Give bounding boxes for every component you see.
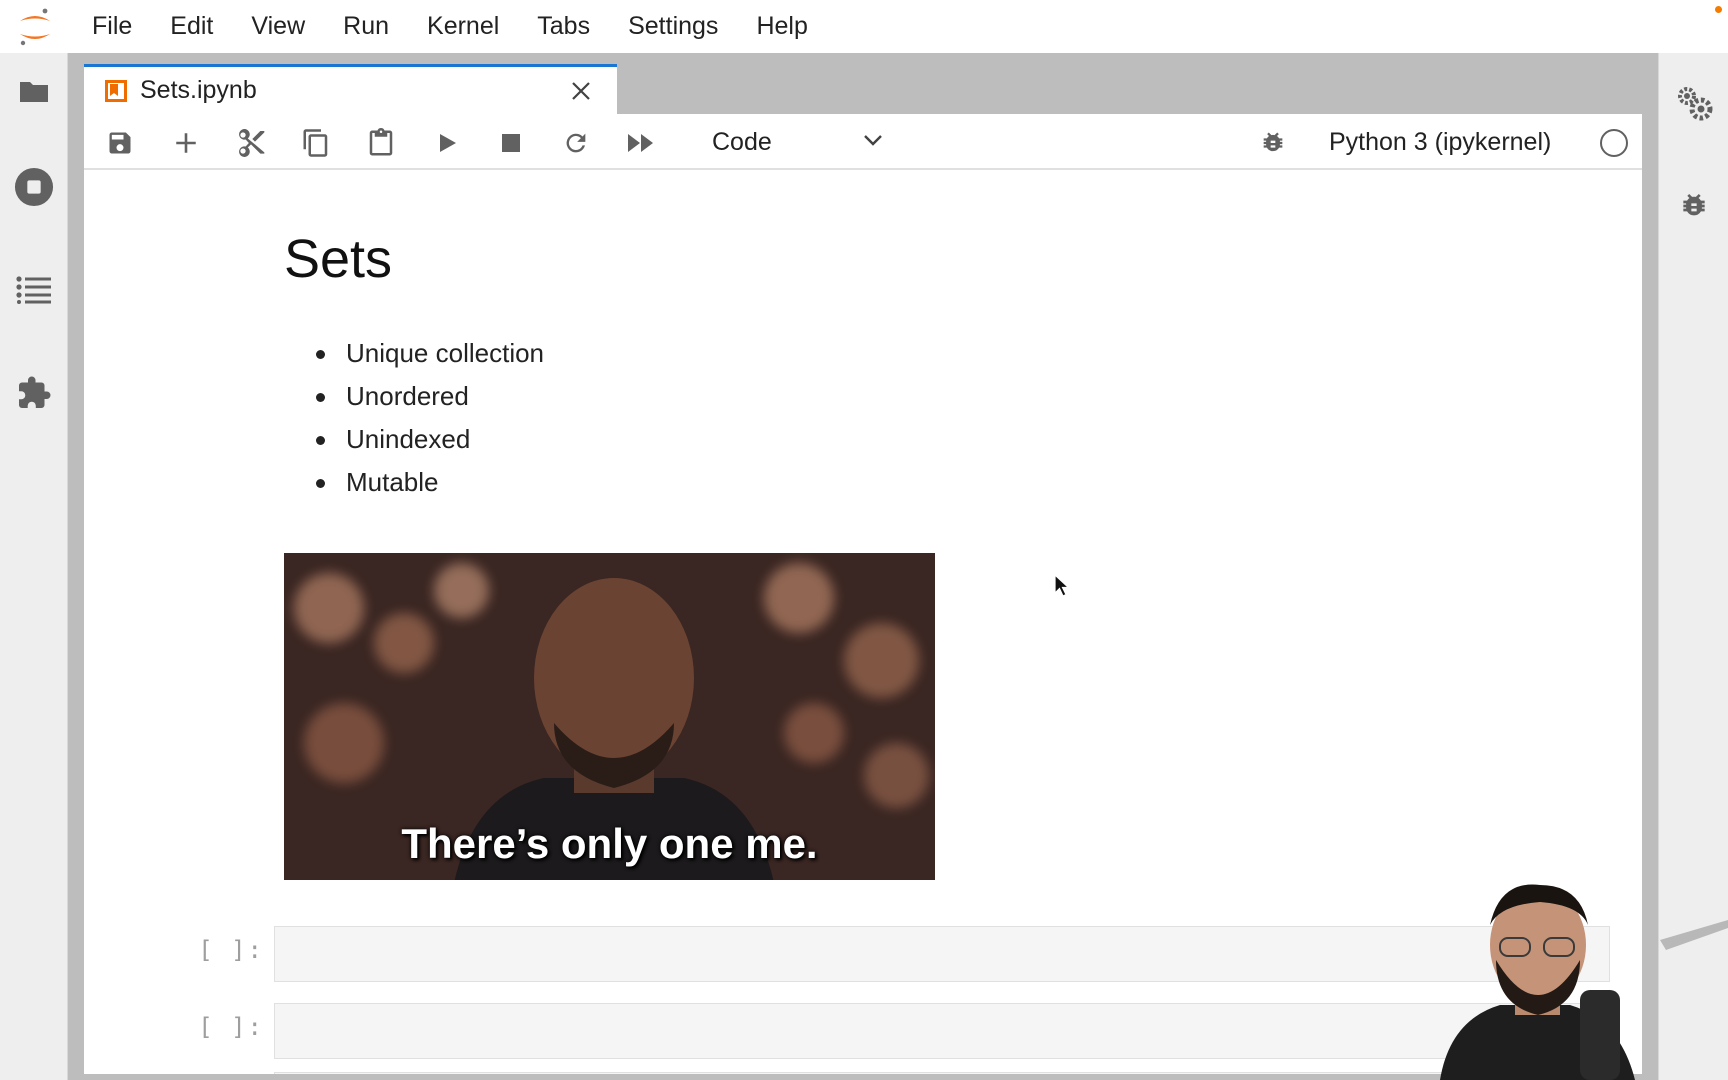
bokeh-light bbox=[374, 613, 434, 673]
notebook-toolbar: Code Python 3 (ipykernel) bbox=[84, 114, 1642, 170]
notebook-body[interactable]: Sets Unique collection Unordered Unindex… bbox=[84, 172, 1642, 1074]
markdown-bullet-list: Unique collection Unordered Unindexed Mu… bbox=[284, 332, 544, 504]
cell-prompt: [ ]: bbox=[198, 936, 264, 964]
left-sidebar bbox=[0, 53, 68, 1080]
notebook-panel: Code Python 3 (ipykernel) Sets Unique co… bbox=[84, 114, 1642, 1074]
menu-edit[interactable]: Edit bbox=[151, 0, 232, 53]
menu-view[interactable]: View bbox=[232, 0, 324, 53]
main-dock-area: Sets.ipynb Code Python 3 (ipykernel) Set… bbox=[68, 53, 1658, 1080]
restart-icon[interactable] bbox=[556, 124, 596, 162]
list-item: Mutable bbox=[284, 461, 544, 504]
menu-file[interactable]: File bbox=[70, 0, 151, 53]
debugger-toggle-icon[interactable] bbox=[1253, 124, 1293, 162]
chevron-down-icon bbox=[862, 129, 884, 156]
run-icon[interactable] bbox=[427, 124, 467, 162]
bokeh-light bbox=[304, 703, 384, 783]
menu-kernel[interactable]: Kernel bbox=[408, 0, 518, 53]
paste-icon[interactable] bbox=[361, 124, 401, 162]
folder-icon[interactable] bbox=[14, 71, 54, 111]
add-cell-icon[interactable] bbox=[166, 124, 206, 162]
markdown-heading: Sets bbox=[284, 229, 393, 289]
table-of-contents-icon[interactable] bbox=[14, 270, 54, 310]
close-icon[interactable] bbox=[567, 77, 595, 105]
notebook-icon bbox=[104, 78, 130, 104]
extension-manager-icon[interactable] bbox=[14, 373, 54, 413]
webcam-overlay bbox=[1430, 880, 1728, 1080]
stop-icon[interactable] bbox=[491, 124, 531, 162]
tab-title: Sets.ipynb bbox=[140, 76, 257, 104]
code-editor[interactable] bbox=[274, 926, 1610, 982]
gif-caption: There’s only one me. bbox=[401, 820, 818, 867]
cell-type-label: Code bbox=[712, 127, 772, 156]
run-all-icon[interactable] bbox=[621, 124, 661, 162]
tab-bar: Sets.ipynb bbox=[68, 53, 1658, 114]
save-icon[interactable] bbox=[100, 124, 140, 162]
list-item: Unique collection bbox=[284, 332, 544, 375]
code-editor[interactable] bbox=[274, 1072, 1610, 1074]
menu-run[interactable]: Run bbox=[324, 0, 408, 53]
cut-icon[interactable] bbox=[231, 124, 271, 162]
menu-bar: File Edit View Run Kernel Tabs Settings … bbox=[0, 0, 1728, 53]
menu-tabs[interactable]: Tabs bbox=[518, 0, 609, 53]
mouse-cursor-icon bbox=[1054, 574, 1070, 597]
running-kernels-icon[interactable] bbox=[14, 167, 54, 207]
jupyter-logo-icon bbox=[0, 0, 70, 53]
kernel-status-idle-icon bbox=[1600, 129, 1628, 157]
bokeh-light bbox=[294, 573, 364, 643]
notification-dot bbox=[1715, 6, 1722, 13]
cell-prompt: [ ]: bbox=[198, 1013, 264, 1041]
markdown-gif-image: There’s only one me. bbox=[284, 553, 935, 880]
code-cell[interactable]: [ ]: bbox=[84, 1003, 1642, 1059]
tab-sets-notebook[interactable]: Sets.ipynb bbox=[84, 64, 617, 114]
kernel-name[interactable]: Python 3 (ipykernel) bbox=[1329, 122, 1551, 162]
debugger-icon[interactable] bbox=[1674, 186, 1714, 226]
code-cell[interactable]: [ ]: bbox=[84, 926, 1642, 982]
bokeh-light bbox=[844, 623, 919, 698]
property-inspector-icon[interactable] bbox=[1674, 83, 1714, 123]
presenter-silhouette bbox=[1440, 884, 1728, 1080]
copy-icon[interactable] bbox=[296, 124, 336, 162]
menu-help[interactable]: Help bbox=[737, 0, 826, 53]
list-item: Unordered bbox=[284, 375, 544, 418]
code-cell[interactable] bbox=[84, 1072, 1642, 1074]
bokeh-light bbox=[864, 743, 929, 808]
cell-type-select[interactable]: Code bbox=[704, 122, 884, 162]
list-item: Unindexed bbox=[284, 418, 544, 461]
menu-settings[interactable]: Settings bbox=[609, 0, 737, 53]
code-editor[interactable] bbox=[274, 1003, 1610, 1059]
